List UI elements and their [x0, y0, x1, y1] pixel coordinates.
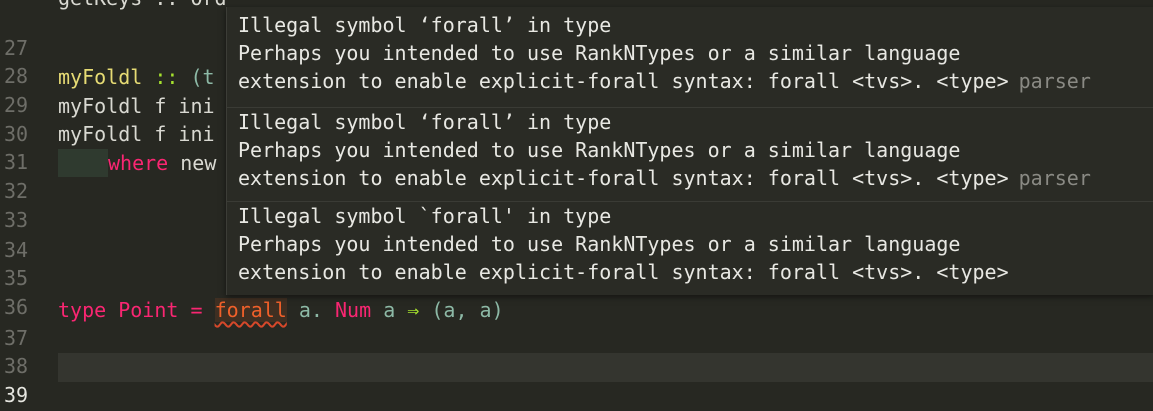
where-keyword: where: [108, 151, 169, 175]
line-number: 39: [4, 383, 29, 407]
code-line[interactable]: 38: [0, 324, 1153, 378]
diagnostic-tooltip[interactable]: Illegal symbol ‘forall’ in type Perhaps …: [226, 7, 1153, 295]
diagnostic-detail: Perhaps you intended to use RankNTypes o…: [238, 232, 961, 256]
equals-operator: =: [190, 298, 203, 322]
diagnostic-detail-line: extension to enable explicit-forall synt…: [238, 260, 1009, 284]
type-name: Point: [118, 298, 179, 322]
diagnostic-title: Illegal symbol ‘forall’ in type: [238, 13, 612, 37]
diagnostic-detail: Perhaps you intended to use RankNTypes o…: [238, 138, 961, 162]
code-text: myFoldl :: (t: [58, 63, 215, 91]
diagnostic-source: parser: [1018, 166, 1091, 190]
type-variable: a: [383, 298, 396, 322]
diagnostic-detail-line: extension to enable explicit-forall synt…: [238, 166, 1091, 190]
diagnostic-message[interactable]: Illegal symbol `forall' in type Perhaps …: [227, 202, 1153, 295]
type-keyword: type: [58, 298, 107, 322]
indent-guide: [58, 149, 108, 177]
code-text: where new: [58, 149, 216, 177]
code-fragment: new: [180, 151, 217, 175]
forall-error-token[interactable]: forall: [214, 298, 287, 322]
diagnostic-message[interactable]: Illegal symbol ‘forall’ in type Perhaps …: [227, 108, 1153, 202]
diagnostic-detail: Perhaps you intended to use RankNTypes o…: [238, 41, 961, 65]
code-line-current[interactable]: 39: [0, 353, 1153, 407]
typeclass-name: Num: [335, 298, 372, 322]
diagnostic-detail-line: extension to enable explicit-forall synt…: [238, 69, 1091, 93]
code-line[interactable]: 37 type Point = forall a. Num a ⇒ (a, a): [0, 296, 1153, 350]
diagnostic-title: Illegal symbol ‘forall’ in type: [238, 110, 612, 134]
code-fragment: (t: [190, 65, 215, 89]
code-text: myFoldl f ini: [58, 94, 215, 118]
diagnostic-message[interactable]: Illegal symbol ‘forall’ in type Perhaps …: [227, 11, 1153, 108]
type-signature-operator: ::: [154, 65, 179, 89]
diagnostic-source: parser: [1018, 69, 1091, 93]
tuple-type: (a, a): [431, 298, 504, 322]
diagnostic-title: Illegal symbol `forall' in type: [238, 204, 612, 228]
function-name: myFoldl: [58, 65, 143, 89]
type-variable: a.: [298, 298, 323, 322]
code-text: type Point = forall a. Num a ⇒ (a, a): [58, 296, 504, 324]
code-editor[interactable]: getKeys :: Ord 27 28 29 myFoldl :: (t 30…: [0, 0, 1153, 411]
code-text: myFoldl f ini: [58, 122, 215, 146]
arrow-operator: ⇒: [407, 298, 420, 322]
